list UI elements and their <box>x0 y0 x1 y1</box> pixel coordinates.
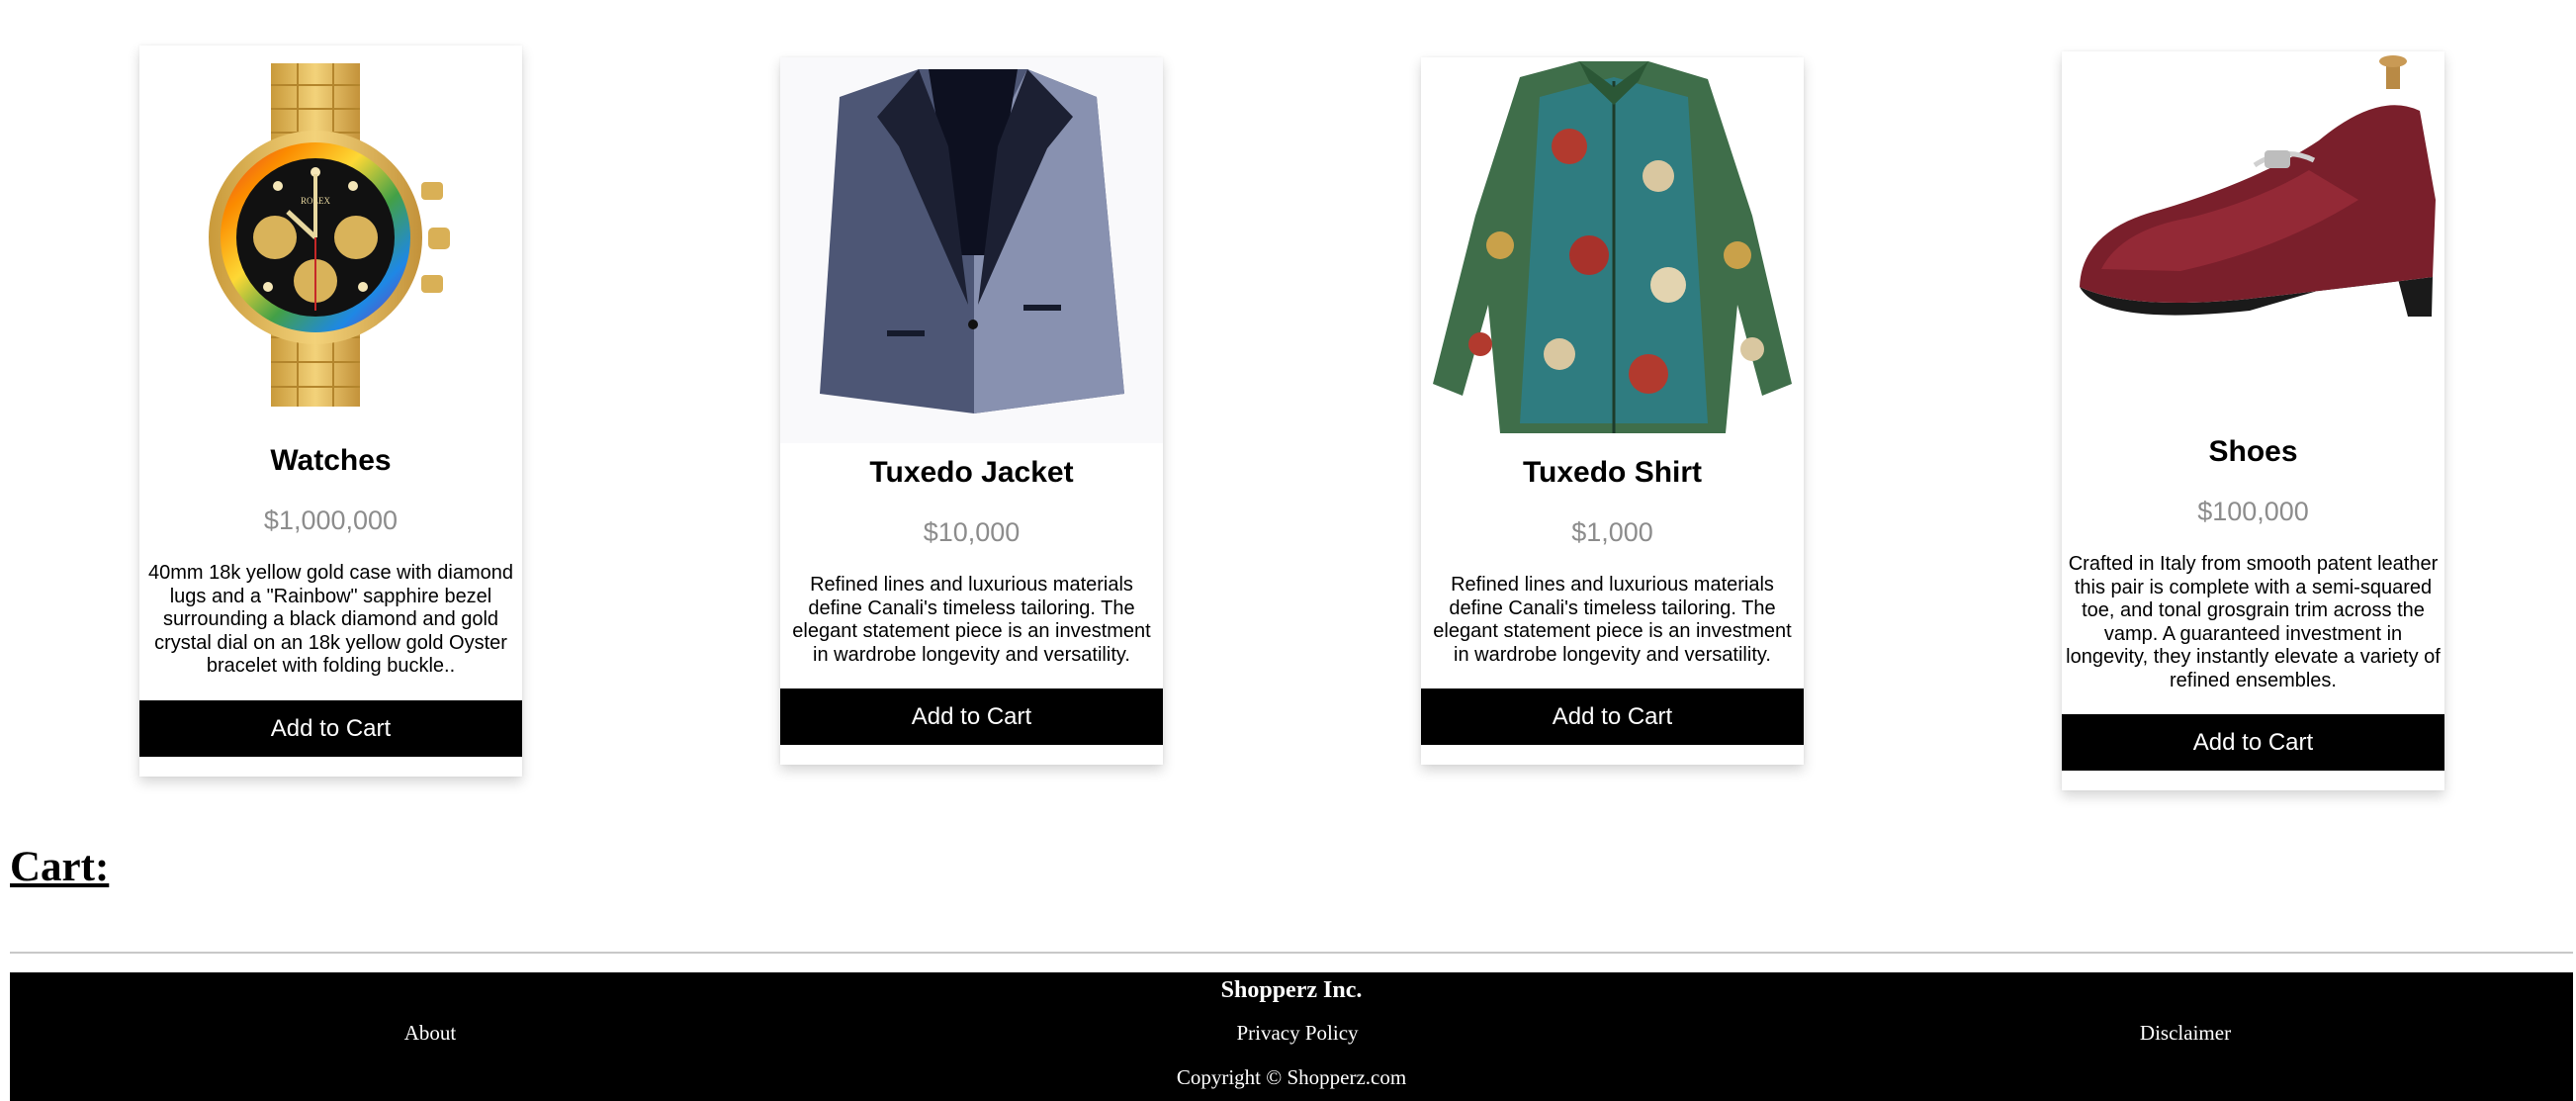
product-price: $100,000 <box>2197 497 2309 526</box>
product-price: $10,000 <box>923 517 1021 547</box>
product-price: $1,000,000 <box>263 505 399 535</box>
footer: Shopperz Inc. About Privacy Policy Discl… <box>10 972 2573 1101</box>
add-to-cart-button-watches[interactable]: Add to Cart <box>139 699 522 757</box>
product-image-watch: ROLEX <box>139 46 522 431</box>
cart-heading: Cart: <box>10 844 110 890</box>
loafer-shoe-icon <box>2062 51 2444 418</box>
add-to-cart-button-tuxedo-jacket[interactable]: Add to Cart <box>780 688 1163 745</box>
footer-divider <box>10 952 2573 954</box>
product-title: Tuxedo Shirt <box>1522 456 1703 489</box>
gold-watch-icon: ROLEX <box>209 63 450 407</box>
footer-link-about[interactable]: About <box>404 1019 457 1047</box>
product-image-jacket <box>780 57 1163 443</box>
footer-link-privacy-policy[interactable]: Privacy Policy <box>1236 1019 1358 1047</box>
product-price: $1,000 <box>1571 517 1653 547</box>
product-image-shoes <box>2062 51 2444 418</box>
product-card-shoes: Shoes $100,000 Crafted in Italy from smo… <box>2062 51 2444 790</box>
product-card-tuxedo-shirt: Tuxedo Shirt $1,000 Refined lines and lu… <box>1421 57 1804 765</box>
tuxedo-jacket-icon <box>780 57 1163 443</box>
footer-copyright: Copyright © Shopperz.com <box>1176 1065 1407 1089</box>
product-description: Refined lines and luxurious materials de… <box>792 574 1151 666</box>
add-to-cart-button-tuxedo-shirt[interactable]: Add to Cart <box>1421 688 1804 745</box>
product-image-shirt <box>1421 57 1804 443</box>
footer-link-disclaimer[interactable]: Disclaimer <box>2140 1019 2231 1047</box>
svg-text:ROLEX: ROLEX <box>301 196 330 206</box>
product-description: Crafted in Italy from smooth patent leat… <box>2066 553 2441 691</box>
product-title: Tuxedo Jacket <box>869 456 1074 489</box>
product-title: Watches <box>270 444 392 477</box>
product-description: Refined lines and luxurious materials de… <box>1433 574 1792 666</box>
footer-company-name: Shopperz Inc. <box>1220 977 1363 1003</box>
paisley-shirt-icon <box>1421 57 1804 443</box>
product-title: Shoes <box>2208 435 2298 468</box>
product-description: 40mm 18k yellow gold case with diamond l… <box>147 562 514 677</box>
product-card-tuxedo-jacket: Tuxedo Jacket $10,000 Refined lines and … <box>780 57 1163 765</box>
product-card-watches: ROLEX Watches $1,000,000 40mm 18k yellow… <box>139 46 522 777</box>
add-to-cart-button-shoes[interactable]: Add to Cart <box>2062 714 2444 771</box>
